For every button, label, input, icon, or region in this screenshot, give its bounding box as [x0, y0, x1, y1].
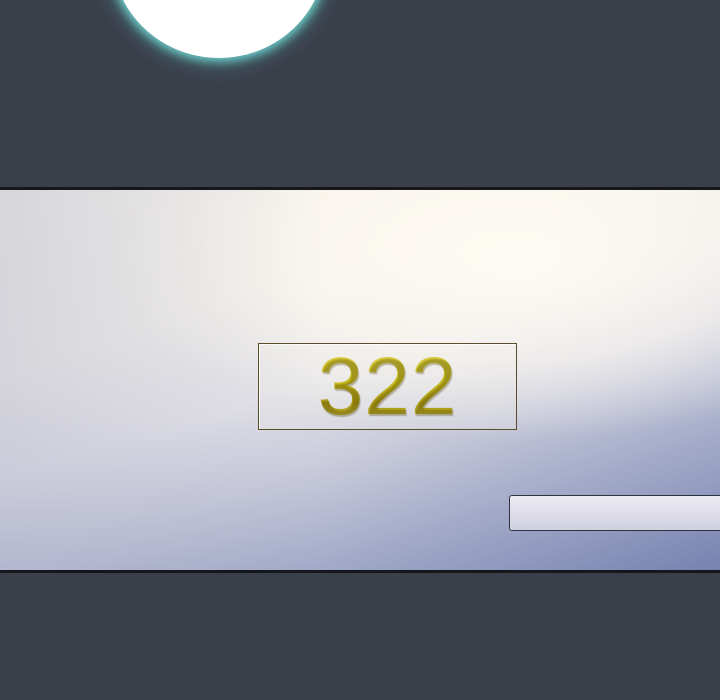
- room-number-plate: 322: [258, 343, 517, 430]
- door-panel: 322: [0, 187, 720, 573]
- bottom-dark-band: [0, 573, 720, 700]
- comic-scene: 322: [0, 0, 720, 700]
- room-number: 322: [259, 346, 516, 428]
- top-dark-band: [0, 0, 720, 187]
- ceiling-light: [112, 0, 326, 58]
- door-handle-bar: [509, 495, 720, 531]
